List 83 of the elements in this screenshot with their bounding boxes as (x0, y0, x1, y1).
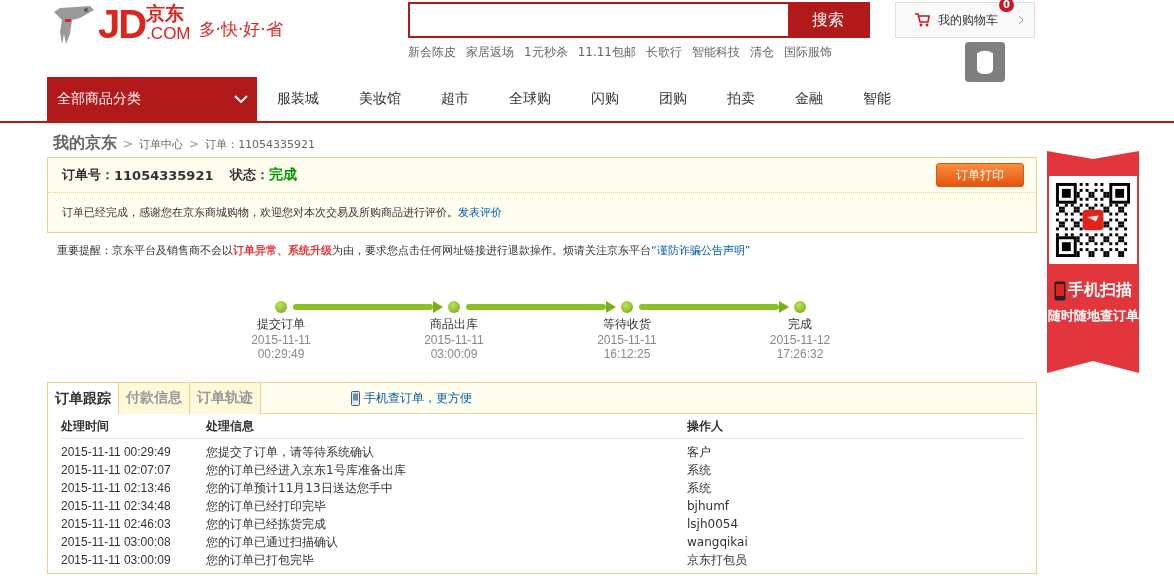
table-cell-text: 您的订单预计11月13日送达您手中 (206, 479, 394, 497)
nav-link[interactable]: 团购 (639, 90, 707, 108)
order-number: 11054335921 (114, 167, 214, 183)
hot-link[interactable]: 国际服饰 (784, 44, 832, 61)
breadcrumb-item[interactable]: 订单：11054335921 (205, 137, 316, 152)
breadcrumb-item[interactable]: 订单中心 (139, 137, 184, 152)
reminder-text: 重要提醒：京东平台及销售商不会以订单异常、系统升级为由，要求您点击任何网址链接进行退款操作。烦请关注京东平台“谨防诈骗公告声明” (57, 243, 752, 258)
hot-link[interactable]: 新会陈皮 (408, 44, 456, 61)
logo-domain: .COM (146, 24, 191, 44)
step-label: 提交订单 (256, 316, 306, 333)
step-date: 2015-11-11 (423, 333, 485, 347)
table-cell-text: 您的订单已经打印完毕 (206, 497, 327, 515)
nav-link[interactable]: 服装城 (257, 90, 339, 108)
cart-icon (914, 13, 930, 27)
chevron-right-icon (1018, 15, 1024, 25)
nav-link[interactable]: 全球购 (489, 90, 571, 108)
table-cell-text: 您的订单已经拣货完成 (206, 515, 327, 533)
order-status: 完成 (268, 166, 297, 184)
breadcrumb-home[interactable]: 我的京东 (53, 133, 117, 154)
table-cell-text: 客户 (687, 443, 712, 461)
column-header: 处理时间 (61, 417, 110, 435)
floating-widget-icon[interactable] (965, 42, 1005, 82)
table-cell-text: wangqikai (687, 535, 749, 549)
hot-link[interactable]: 1元秒杀 (524, 44, 568, 61)
table-cell-text: 您的订单已通过扫描确认 (206, 533, 339, 551)
table-cell-text: 2015-11-11 03:00:08 (61, 535, 172, 549)
table-cell-text: 2015-11-11 02:46:03 (61, 517, 172, 531)
nav-link[interactable]: 美妆馆 (339, 90, 421, 108)
step-date: 2015-11-12 (768, 333, 832, 347)
slogan: 多·快·好·省 (198, 18, 283, 41)
table-cell-text: lsjh0054 (687, 517, 740, 531)
hot-link[interactable]: 家居返场 (466, 44, 514, 61)
step-label: 完成 (787, 316, 813, 333)
table-cell-text: 您提交了订单，请等待系统确认 (206, 443, 375, 461)
table-cell-text: 2015-11-11 02:07:07 (61, 463, 172, 477)
mobile-order-link[interactable]: 手机查订单，更方便 (364, 389, 472, 407)
logo-mark: JD (98, 2, 146, 46)
table-cell-text: 系统 (687, 479, 712, 497)
table-cell-text: bjhumf (687, 499, 731, 513)
column-header: 操作人 (687, 417, 724, 435)
qr-banner[interactable]: 手机扫描 随时随地查订单 (1047, 151, 1139, 373)
notice-link[interactable]: “谨防诈骗公告声明” (651, 244, 751, 257)
nav-link[interactable]: 超市 (421, 90, 489, 108)
breadcrumb-separator: > (189, 137, 200, 151)
table-cell-text: 您的订单已经进入京东1号库准备出库 (206, 461, 407, 479)
nav-link[interactable]: 闪购 (571, 90, 639, 108)
table-cell-text: 系统 (687, 461, 712, 479)
column-header: 处理信息 (206, 417, 255, 435)
table-cell-text: 2015-11-11 03:00:09 (61, 553, 172, 567)
tab[interactable]: 订单跟踪 (48, 383, 119, 414)
review-link[interactable]: 发表评价 (458, 206, 502, 219)
nav-link[interactable]: 智能 (843, 90, 911, 108)
chevron-down-icon (234, 95, 248, 103)
hot-link[interactable]: 清仓 (750, 44, 774, 61)
step-time: 00:29:49 (256, 347, 306, 361)
step-date: 2015-11-11 (250, 333, 312, 347)
logo-name: 京东 (146, 2, 186, 24)
hot-link[interactable]: 11.11包邮 (577, 44, 636, 61)
qr-title: 手机扫描 (1068, 280, 1132, 301)
hot-link[interactable]: 智能科技 (692, 44, 740, 61)
phone-icon (351, 390, 360, 406)
step-time: 17:26:32 (775, 347, 825, 361)
step-time: 16:12:25 (602, 347, 652, 361)
breadcrumb-separator: > (123, 137, 134, 151)
qr-subtitle: 随时随地查订单 (1047, 307, 1139, 325)
status-label: 状态： (229, 166, 269, 184)
category-menu-button[interactable]: 全部商品分类 (47, 77, 257, 121)
nav-link[interactable]: 金融 (775, 90, 843, 108)
hot-link[interactable]: 长歌行 (646, 44, 682, 61)
cart-count-badge: 0 (999, 0, 1014, 12)
order-message: 订单已经完成，感谢您在京东商城购物，欢迎您对本次交易及所购商品进行评价。发表评价 (61, 205, 503, 221)
step-time: 03:00:09 (429, 347, 479, 361)
step-date: 2015-11-11 (596, 333, 658, 347)
nav-link[interactable]: 拍卖 (707, 90, 775, 108)
table-cell-text: 京东打包员 (687, 551, 748, 569)
phone-icon (1054, 280, 1066, 301)
table-cell-text: 2015-11-11 02:34:48 (61, 499, 172, 513)
table-cell-text: 2015-11-11 02:13:46 (61, 481, 172, 495)
step-label: 商品出库 (429, 316, 479, 333)
step-label: 等待收货 (602, 316, 652, 333)
order-number-label: 订单号： (62, 166, 114, 184)
table-cell-text: 2015-11-11 00:29:49 (61, 445, 172, 459)
table-cell-text: 您的订单已打包完毕 (206, 551, 315, 569)
